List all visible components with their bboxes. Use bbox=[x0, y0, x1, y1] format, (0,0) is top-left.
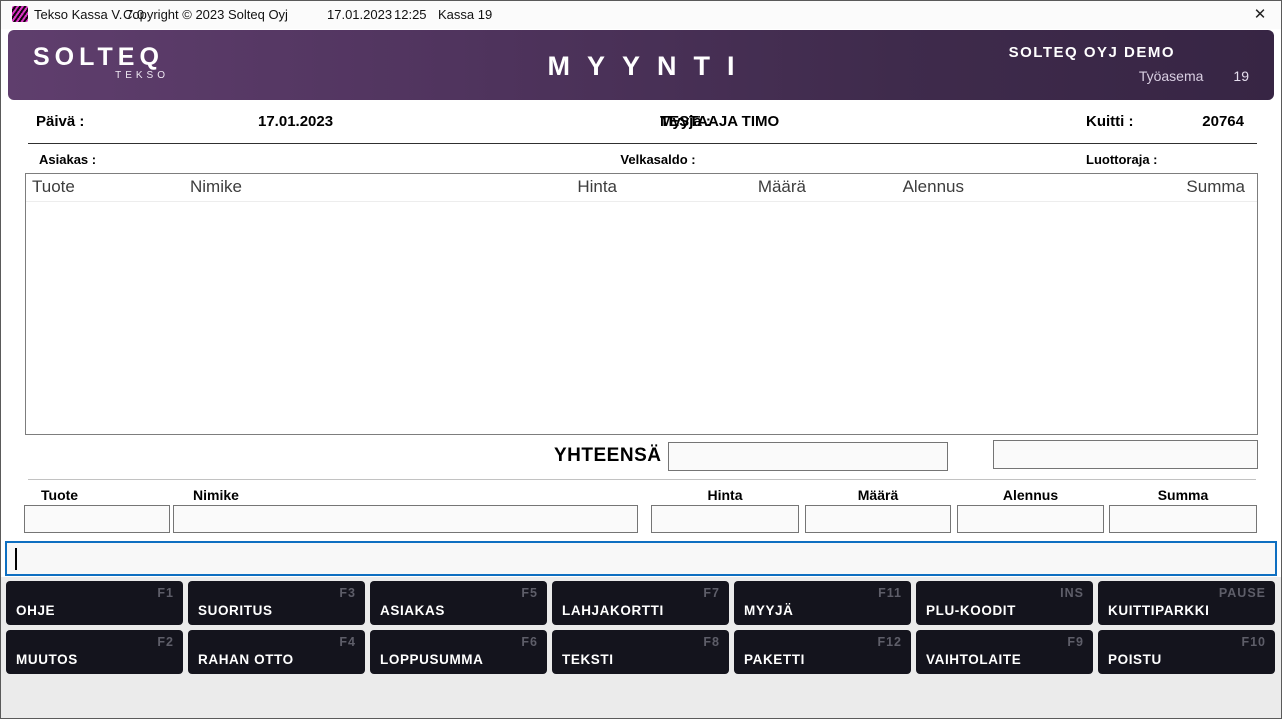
app-icon bbox=[12, 6, 28, 22]
date-value: 17.01.2023 bbox=[258, 113, 333, 130]
hinta-input[interactable] bbox=[651, 505, 799, 533]
debt-balance-label: Velkasaldo : bbox=[620, 152, 695, 167]
app-header: SOLTEQ TEKSO MYYNTI SOLTEQ OYJ DEMO Työa… bbox=[8, 30, 1274, 100]
workstation-label: Työasema bbox=[1139, 68, 1204, 84]
function-key-grid: OHJE F1 SUORITUS F3 ASIAKAS F5 LAHJAKORT… bbox=[6, 581, 1275, 674]
workstation-line: Työasema 19 bbox=[1139, 68, 1249, 84]
f1-key-label: F1 bbox=[157, 586, 174, 600]
f7-key-label: F7 bbox=[703, 586, 720, 600]
teksti-button[interactable]: TEKSTI F8 bbox=[552, 630, 729, 674]
maara-input[interactable] bbox=[805, 505, 951, 533]
f4-key-label: F4 bbox=[339, 635, 356, 649]
suoritus-button[interactable]: SUORITUS F3 bbox=[188, 581, 365, 625]
receipt-number: 20764 bbox=[1202, 113, 1244, 130]
f2-key-label: F2 bbox=[157, 635, 174, 649]
total-label: YHTEENSÄ bbox=[554, 445, 661, 467]
plu-koodit-button[interactable]: PLU-KOODIT INS bbox=[916, 581, 1093, 625]
table-header-row: Tuote Nimike Hinta Määrä Alennus Summa bbox=[26, 174, 1257, 202]
ohje-button[interactable]: OHJE F1 bbox=[6, 581, 183, 625]
text-caret bbox=[15, 548, 17, 570]
rahan-otto-button[interactable]: RAHAN OTTO F4 bbox=[188, 630, 365, 674]
titlebar-date: 17.01.2023 bbox=[327, 7, 392, 22]
f6-key-label: F6 bbox=[521, 635, 538, 649]
separator-line-light bbox=[28, 479, 1256, 480]
date-label: Päivä : bbox=[36, 113, 84, 130]
column-header-maara: Määrä bbox=[617, 177, 806, 197]
total-amount-field[interactable] bbox=[668, 442, 948, 471]
summa-input[interactable] bbox=[1109, 505, 1257, 533]
workstation-value: 19 bbox=[1233, 68, 1249, 84]
paketti-button[interactable]: PAKETTI F12 bbox=[734, 630, 911, 674]
f9-key-label: F9 bbox=[1067, 635, 1084, 649]
column-header-alennus: Alennus bbox=[806, 177, 964, 197]
customer-label: Asiakas : bbox=[39, 152, 96, 167]
f11-key-label: F11 bbox=[878, 586, 902, 600]
lahjakortti-button[interactable]: LAHJAKORTTI F7 bbox=[552, 581, 729, 625]
credit-limit-label: Luottoraja : bbox=[1086, 152, 1158, 167]
column-header-hinta: Hinta bbox=[490, 177, 617, 197]
sale-lines-table: Tuote Nimike Hinta Määrä Alennus Summa bbox=[25, 173, 1258, 435]
receipt-label: Kuitti : bbox=[1086, 113, 1133, 130]
vaihtolaite-button[interactable]: VAIHTOLAITE F9 bbox=[916, 630, 1093, 674]
ins-key-label: INS bbox=[1060, 586, 1084, 600]
alennus-input[interactable] bbox=[957, 505, 1104, 533]
myyja-button[interactable]: MYYJÄ F11 bbox=[734, 581, 911, 625]
loppusumma-button[interactable]: LOPPUSUMMA F6 bbox=[370, 630, 547, 674]
f3-key-label: F3 bbox=[339, 586, 356, 600]
pause-key-label: PAUSE bbox=[1219, 586, 1266, 600]
titlebar: Tekso Kassa V. 7.0 Copyright © 2023 Solt… bbox=[1, 1, 1281, 29]
titlebar-time: 12:25 bbox=[394, 7, 427, 22]
f5-key-label: F5 bbox=[521, 586, 538, 600]
f12-key-label: F12 bbox=[877, 635, 902, 649]
entry-label-alennus: Alennus bbox=[957, 487, 1104, 503]
entry-label-hinta: Hinta bbox=[651, 487, 799, 503]
entry-label-summa: Summa bbox=[1109, 487, 1257, 503]
f8-key-label: F8 bbox=[703, 635, 720, 649]
register-label: Kassa 19 bbox=[438, 7, 492, 22]
poistu-button[interactable]: POISTU F10 bbox=[1098, 630, 1275, 674]
muutos-button[interactable]: MUUTOS F2 bbox=[6, 630, 183, 674]
f10-key-label: F10 bbox=[1241, 635, 1266, 649]
kuittiparkki-button[interactable]: KUITTIPARKKI PAUSE bbox=[1098, 581, 1275, 625]
column-header-summa: Summa bbox=[964, 177, 1245, 197]
close-icon[interactable]: ✕ bbox=[1249, 5, 1271, 25]
company-name: SOLTEQ OYJ DEMO bbox=[1009, 44, 1175, 61]
tuote-input[interactable] bbox=[24, 505, 170, 533]
separator-line bbox=[28, 143, 1257, 144]
nimike-input[interactable] bbox=[173, 505, 638, 533]
seller-value: TESTAAJA TIMO bbox=[660, 113, 779, 130]
entry-label-nimike: Nimike bbox=[193, 487, 239, 503]
column-header-nimike: Nimike bbox=[190, 177, 490, 197]
column-header-tuote: Tuote bbox=[32, 177, 190, 197]
command-input[interactable] bbox=[5, 541, 1277, 576]
entry-label-maara: Määrä bbox=[805, 487, 951, 503]
asiakas-button[interactable]: ASIAKAS F5 bbox=[370, 581, 547, 625]
secondary-total-field[interactable] bbox=[993, 440, 1258, 469]
function-key-area: OHJE F1 SUORITUS F3 ASIAKAS F5 LAHJAKORT… bbox=[1, 577, 1281, 718]
app-window: Tekso Kassa V. 7.0 Copyright © 2023 Solt… bbox=[0, 0, 1282, 719]
entry-label-tuote: Tuote bbox=[41, 487, 78, 503]
copyright-text: Copyright © 2023 Solteq Oyj bbox=[123, 7, 288, 22]
